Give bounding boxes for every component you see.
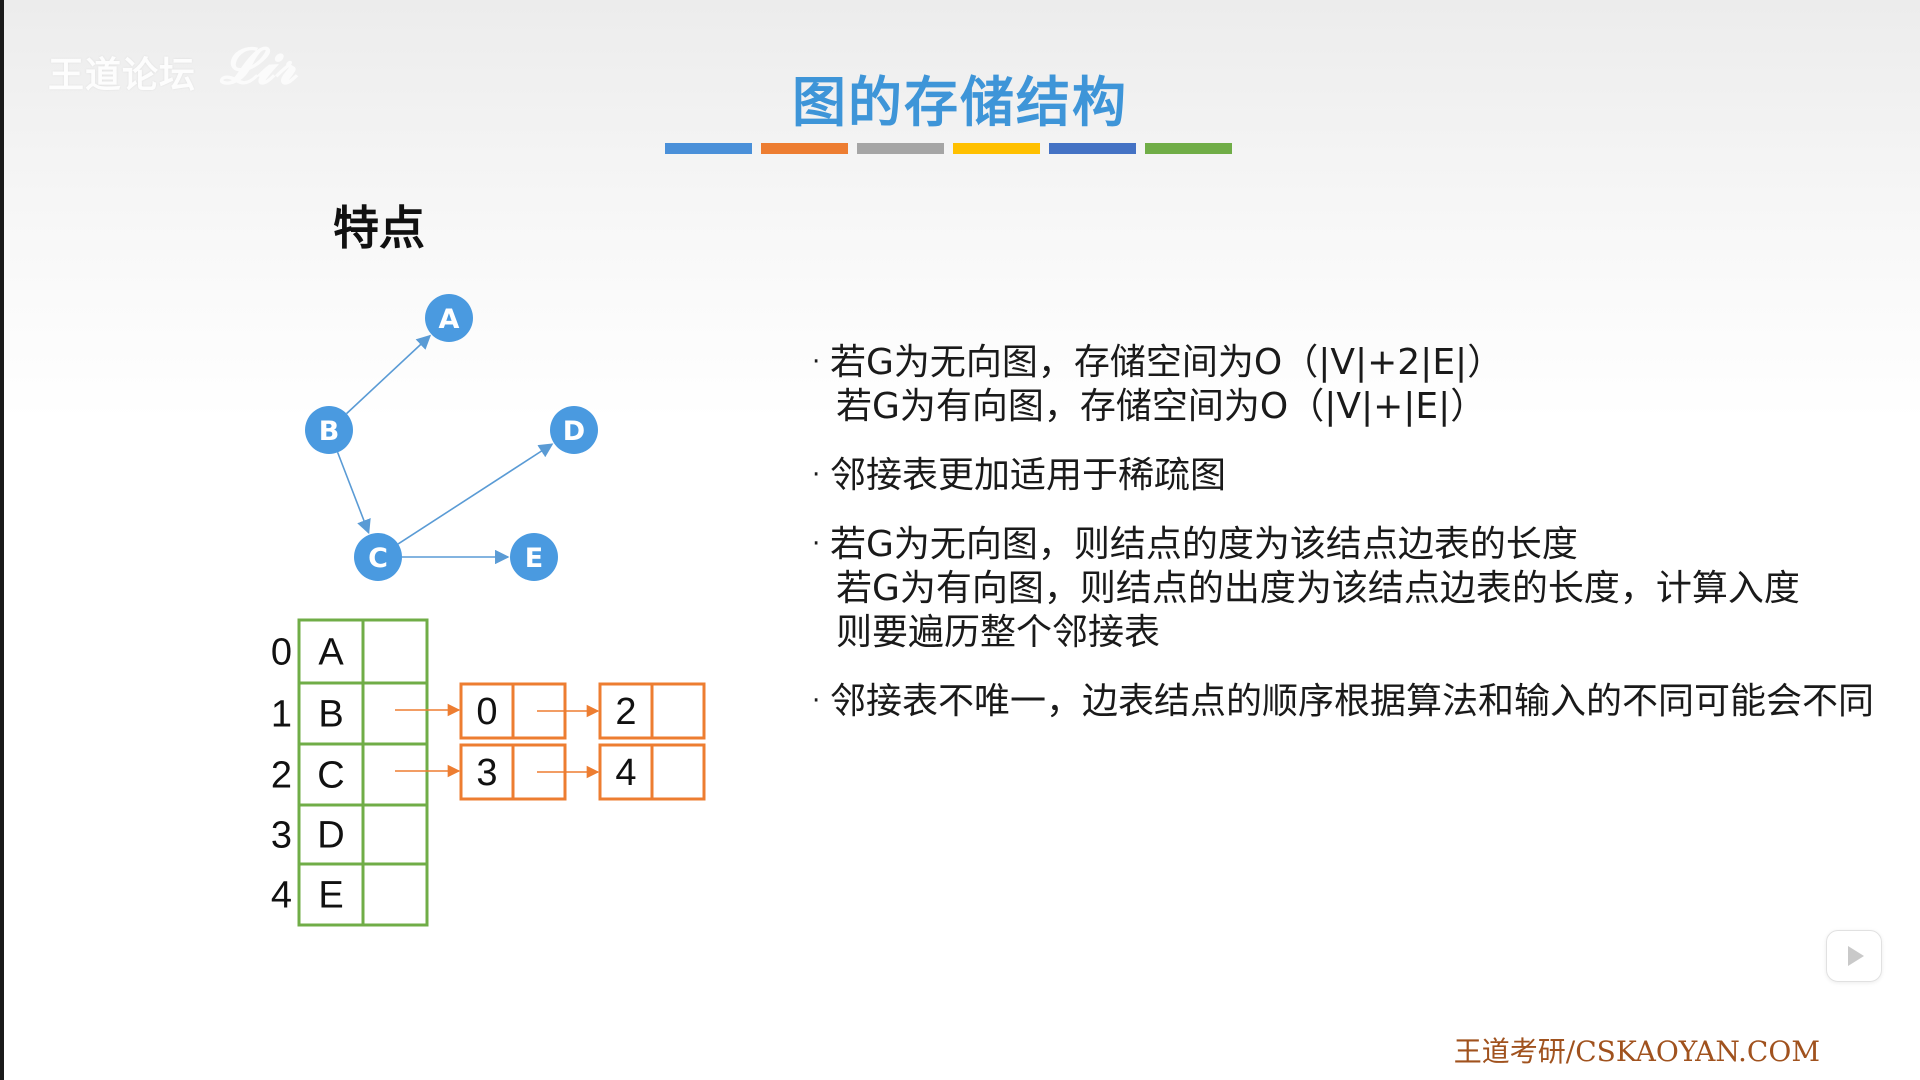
feature-text: 邻接表更加适用于稀疏图: [830, 455, 1227, 496]
feature-bullet: · 若G为无向图，存储空间为O（|V|+2|E|） 若G为有向图，存储空间为O（|V…: [812, 340, 1812, 429]
color-bar-segment: [761, 143, 848, 154]
graph-nodes: A B C D E: [305, 294, 598, 581]
edge-B-A: [345, 334, 432, 415]
feature-line: · 若G为无向图，存储空间为O（|V|+2|E|）: [812, 340, 1812, 385]
color-bar-segment: [953, 143, 1040, 154]
vertex-index: 1: [271, 694, 292, 736]
vertex-pointer-cell: [361, 742, 429, 807]
feature-bullet: · 邻接表更加适用于稀疏图: [812, 453, 1812, 498]
vertex-label: C: [317, 755, 344, 797]
vertex-index: 3: [271, 815, 292, 857]
feature-list: · 若G为无向图，存储空间为O（|V|+2|E|） 若G为有向图，存储空间为O（|V…: [812, 340, 1874, 748]
vertex-index: 2: [271, 755, 292, 797]
vertex-pointer-cell: [361, 681, 429, 746]
vertex-pointer-cell: [361, 862, 429, 927]
feature-bullet: · 邻接表不唯一，边表结点的顺序根据算法和输入的不同可能会不同: [812, 679, 1874, 724]
feature-line: 若G为有向图，则结点的出度为该结点边表的长度，计算入度则要遍历整个邻接表: [812, 567, 1812, 655]
footer-site: 王道考研/CSKAOYAN.COM: [1453, 1035, 1820, 1068]
node-label: E: [525, 543, 543, 574]
color-bar-segment: [665, 143, 752, 154]
vertex-label: A: [318, 632, 344, 674]
feature-bullet: · 若G为无向图，则结点的度为该结点边表的长度 若G为有向图，则结点的出度为该结点边…: [812, 522, 1812, 655]
node-label: A: [439, 304, 460, 335]
left-edge-bar: [0, 0, 4, 1080]
vertex-label: E: [318, 875, 343, 917]
bullet-dot-icon: ·: [812, 529, 821, 559]
edge-node-next: [650, 743, 706, 801]
graph-edges: [336, 334, 554, 565]
adjacency-list: 0 A1 B 0 22 C 3 43 D4 E: [271, 618, 706, 927]
title-color-bar: [665, 143, 1232, 154]
feature-text: 邻接表不唯一，边表结点的顺序根据算法和输入的不同可能会不同: [830, 681, 1875, 722]
edge-B-C: [336, 452, 371, 535]
vertex-pointer-cell: [361, 618, 429, 685]
color-bar-segment: [857, 143, 944, 154]
feature-line: · 若G为无向图，则结点的度为该结点边表的长度: [812, 522, 1812, 567]
feature-line: 若G为有向图，存储空间为O（|V|+|E|）: [812, 385, 1812, 429]
node-label: B: [319, 416, 340, 447]
section-heading: 特点: [333, 201, 425, 255]
vertex-label: B: [318, 694, 343, 736]
feature-text: 若G为有向图，存储空间为O（|V|+|E|）: [836, 386, 1487, 427]
feature-text: 若G为有向图，则结点的出度为该结点边表的长度，计算入度则要遍历整个邻接表: [836, 568, 1800, 653]
edge-node-next: [650, 682, 706, 740]
edge-node-label: 2: [615, 691, 636, 733]
vertex-index: 4: [271, 875, 292, 917]
edge-node-label: 3: [476, 752, 497, 794]
node-label: C: [368, 543, 388, 574]
feature-line: · 邻接表更加适用于稀疏图: [812, 453, 1812, 498]
edge-node-label: 4: [615, 752, 636, 794]
feature-line: · 邻接表不唯一，边表结点的顺序根据算法和输入的不同可能会不同: [812, 679, 1874, 724]
color-bar-segment: [1049, 143, 1136, 154]
slide: 王道论坛 𝓛𝓲𝓻 图的存储结构 特点 ABCDE 0A1B022C343D4E …: [0, 0, 1920, 1080]
node-label: D: [563, 416, 585, 447]
bullet-dot-icon: ·: [812, 347, 821, 377]
slide-title: 图的存储结构: [792, 71, 1128, 134]
feature-text: 若G为无向图，存储空间为O（|V|+2|E|）: [830, 342, 1504, 383]
edge-C-D: [397, 443, 554, 545]
bullet-dot-icon: ·: [812, 686, 821, 716]
vertex-index: 0: [271, 632, 292, 674]
play-button[interactable]: [1826, 930, 1882, 982]
vertex-label: D: [317, 815, 344, 857]
edge-node-label: 0: [476, 691, 497, 733]
vertex-pointer-cell: [361, 803, 429, 866]
feature-text: 若G为无向图，则结点的度为该结点边表的长度: [830, 524, 1578, 565]
color-bar-segment: [1145, 143, 1232, 154]
bullet-dot-icon: ·: [812, 460, 821, 490]
